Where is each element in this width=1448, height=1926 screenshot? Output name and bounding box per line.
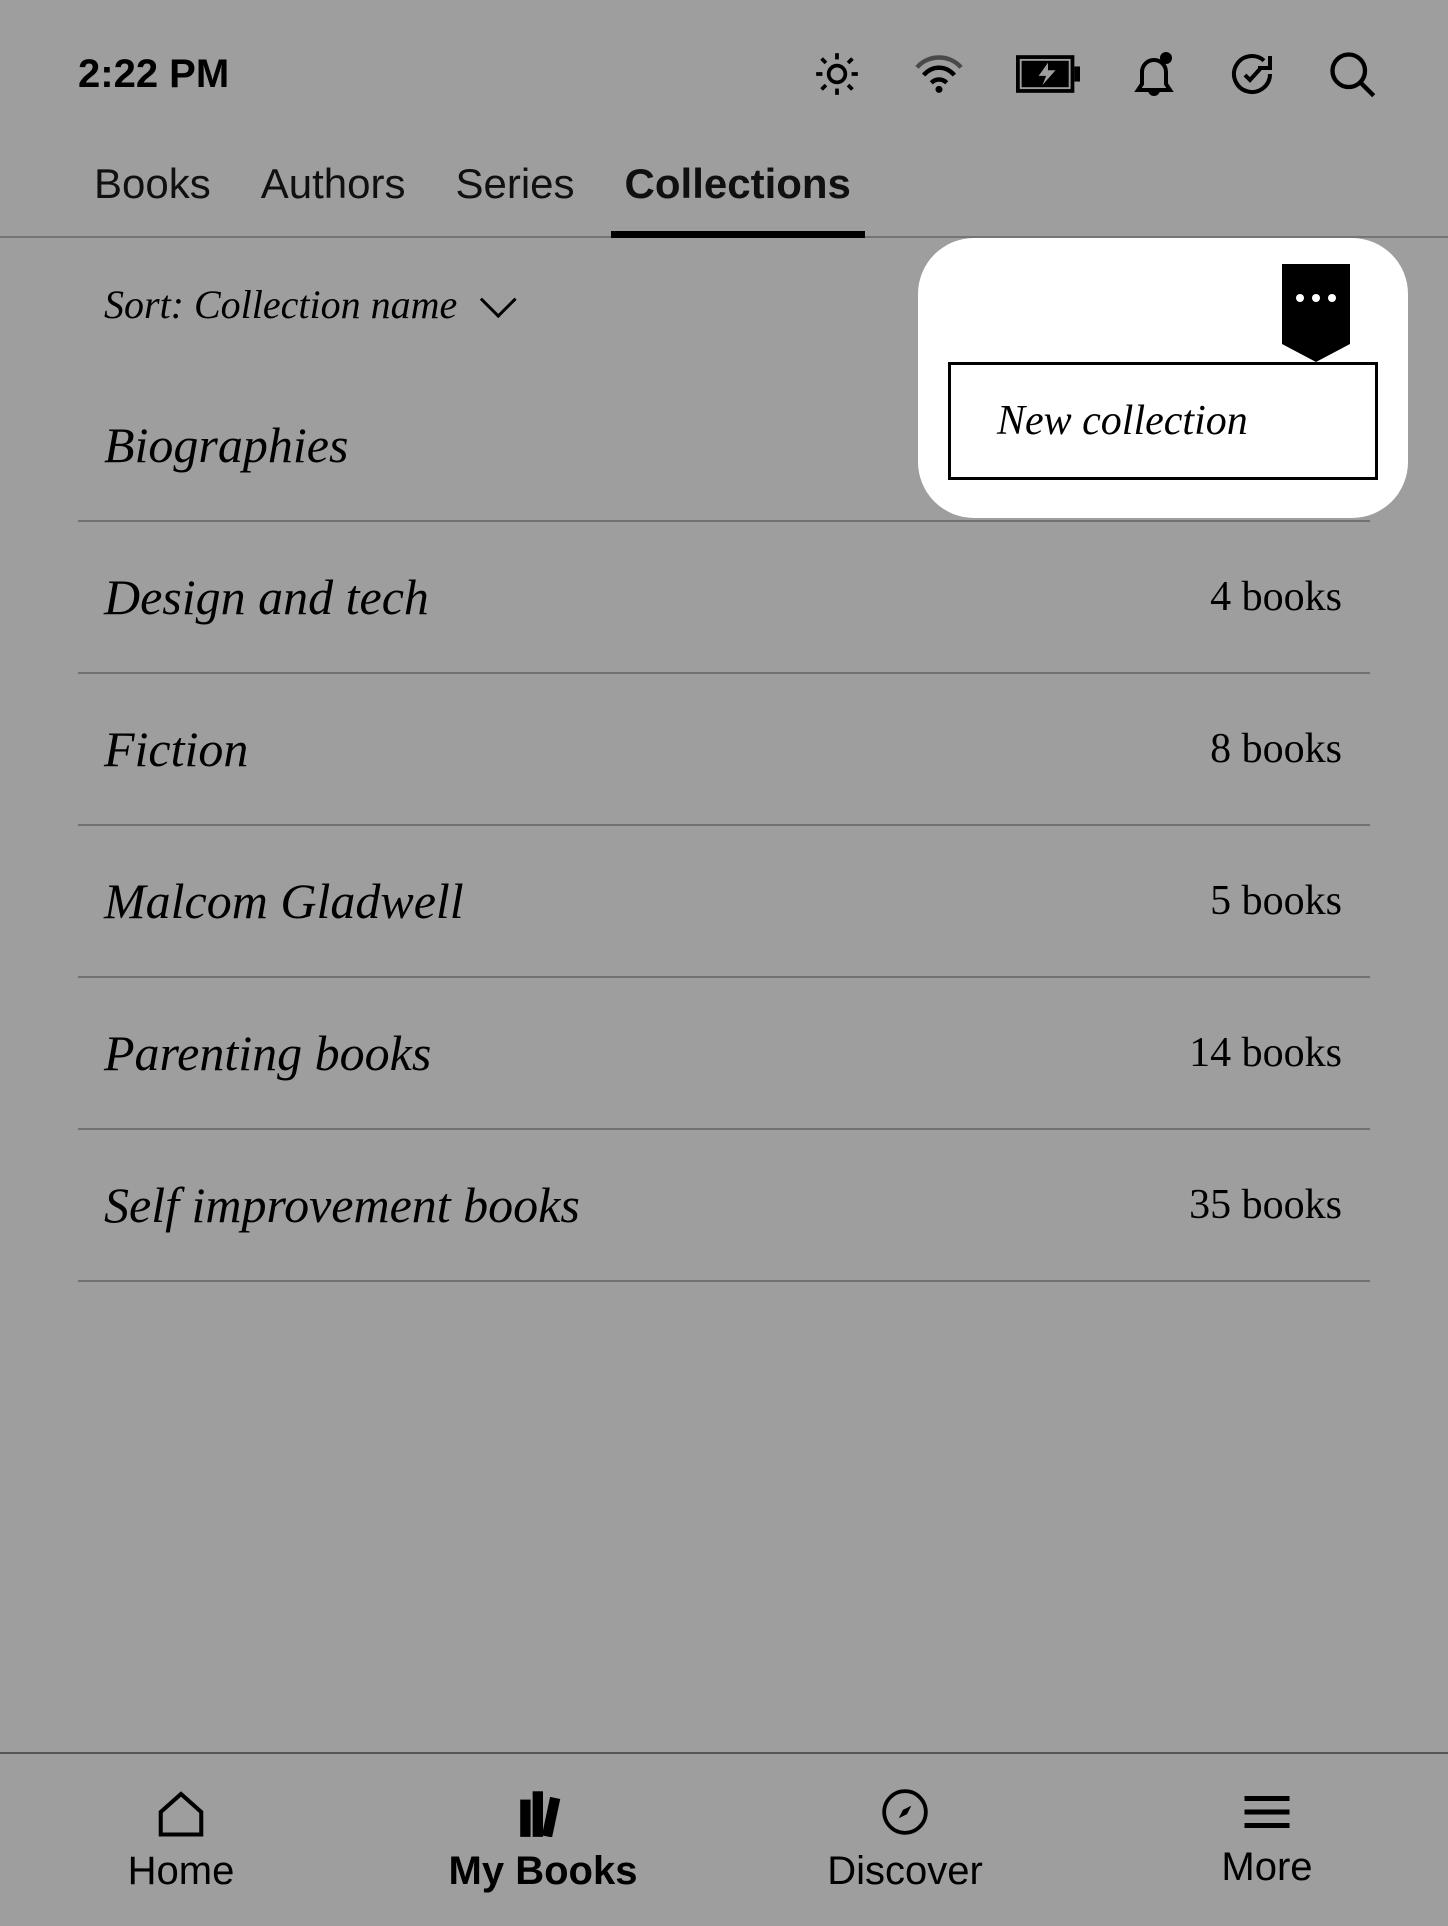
new-collection-button[interactable]: New collection xyxy=(948,362,1378,480)
more-options-button[interactable] xyxy=(1282,264,1350,344)
ellipsis-icon xyxy=(1296,294,1336,302)
collections-popover: New collection xyxy=(918,238,1408,518)
